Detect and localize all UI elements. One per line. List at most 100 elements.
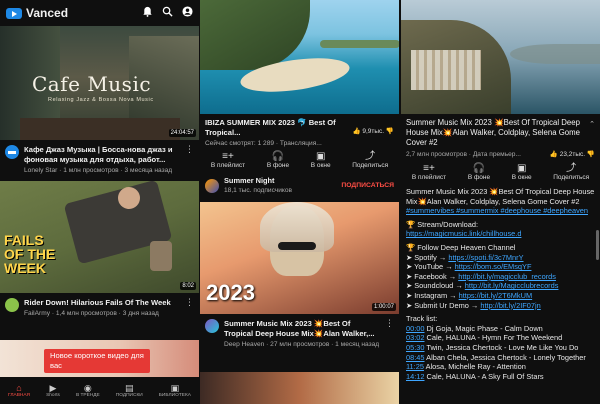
channel-subs: 18,1 тыс. подписчиков <box>224 187 293 194</box>
social-row: ➤ Soundcloud → http://bit.ly/Magicclubre… <box>406 281 559 291</box>
thumb-subtitle: Relaxing Jazz & Bossa Nova Music <box>48 97 154 103</box>
social-row: ➤ Facebook → http://bit.ly/magicclub_rec… <box>406 271 556 281</box>
duration-badge: 8:02 <box>180 282 196 290</box>
soundcloud-link[interactable]: http://bit.ly/Magicclubrecords <box>465 281 559 290</box>
add-to-playlist-button[interactable]: ≡+ В плейлист <box>412 163 446 181</box>
video-meta: Сейчас смотрят: 1 289 · Трансляция... <box>205 140 322 147</box>
feed-column: Vanced Cafe Music Relaxing Jazz & Bossa … <box>0 0 199 404</box>
nav-subscriptions[interactable]: ▤ ПОДПИСКИ <box>116 383 143 398</box>
video-thumbnail[interactable]: Cafe Music Relaxing Jazz & Bossa Nova Mu… <box>0 26 199 140</box>
timestamp-link[interactable]: 14:12 <box>406 372 425 381</box>
trending-icon: ◉ <box>83 383 92 393</box>
share-icon: ⤴ <box>365 151 376 162</box>
video-title: Кафе Джаз Музыка | Босса-нова джаз и фон… <box>24 145 173 164</box>
pip-button[interactable]: ▣ В окне <box>311 151 331 169</box>
video-info: Summer Music Mix 2023 💥Best Of Tropical … <box>401 114 600 148</box>
thumb-down-icon: 👎 <box>385 128 394 135</box>
like-button[interactable]: 👍 23,2тыс. 👎 <box>550 150 595 158</box>
video-thumbnail[interactable]: 2023 1:00:07 <box>200 202 399 314</box>
video-player[interactable] <box>401 0 600 114</box>
background-play-button[interactable]: 🎧 В фоне <box>468 163 490 181</box>
background-play-button[interactable]: 🎧 В фоне <box>267 151 289 169</box>
social-row: ➤ Instagram → https://bit.ly/2T6MkUM <box>406 290 533 300</box>
share-icon: ⤴ <box>566 163 577 174</box>
video-meta: 2,7 млн просмотров · Дата премьер... <box>406 151 521 158</box>
video-meta: Deep Heaven · 27 млн просмотров · 1 меся… <box>224 341 380 348</box>
pip-icon: ▣ <box>516 163 527 174</box>
more-icon[interactable]: ⋮ <box>185 145 194 175</box>
youtube-link[interactable]: https://bom.so/EMsqYF <box>455 262 532 271</box>
bottom-nav: ⌂ ГЛАВНАЯ ▶ Shorts ◉ В ТРЕНДЕ ▤ ПОДПИСКИ… <box>0 377 199 404</box>
track-row: 11:25 Alosa, Michelle Ray - Attention <box>406 362 526 372</box>
video-info: IBIZA SUMMER MIX 2023 🐬 Best Of Tropical… <box>200 114 399 148</box>
stream-row: 🏆 Stream/Download: https://magicmusic.li… <box>406 219 522 239</box>
social-row: ➤ YouTube → https://bom.so/EMsqYF <box>406 262 532 272</box>
logo-icon <box>6 7 22 19</box>
account-icon[interactable] <box>182 6 193 20</box>
thumb-title: Cafe Music <box>32 72 152 96</box>
track-row: 14:12 Cale, HALUNA - A Sky Full Of Stars <box>406 371 544 381</box>
add-to-playlist-button[interactable]: ≡+ В плейлист <box>211 151 245 169</box>
avatar[interactable] <box>5 145 19 159</box>
subscribe-button[interactable]: ПОДПИСАТЬСЯ <box>341 182 394 189</box>
more-icon[interactable]: ⋮ <box>385 319 394 349</box>
video-info[interactable]: Summer Music Mix 2023 💥Best Of Tropical … <box>200 314 399 349</box>
duration-badge: 1:00:07 <box>371 303 396 311</box>
video-thumbnail[interactable] <box>200 372 399 404</box>
track-row: 00:00 Dj Goja, Magic Phase - Calm Down <box>406 323 543 333</box>
app-logo[interactable]: Vanced <box>6 6 142 20</box>
video-title[interactable]: IBIZA SUMMER MIX 2023 🐬 Best Of Tropical… <box>205 118 348 138</box>
video-title: Summer Music Mix 2023 💥Best Of Tropical … <box>224 319 375 338</box>
search-icon[interactable] <box>162 6 173 20</box>
headphones-icon: 🎧 <box>271 151 285 162</box>
timestamp-link[interactable]: 11:25 <box>406 362 424 371</box>
video-player[interactable] <box>200 0 399 114</box>
video-title[interactable]: Summer Music Mix 2023 💥Best Of Tropical … <box>406 118 589 148</box>
channel-avatar[interactable] <box>205 178 219 193</box>
share-button[interactable]: ⤴ Поделиться <box>553 163 589 181</box>
video-info[interactable]: Кафе Джаз Музыка | Босса-нова джаз и фон… <box>0 140 199 175</box>
spotify-link[interactable]: https://spoti.fi/3c7MnrY <box>448 253 523 262</box>
meta-row: 2,7 млн просмотров · Дата премьер... 👍 2… <box>401 148 600 160</box>
stream-link[interactable]: https://magicmusic.link/chillhouse.d <box>406 229 521 238</box>
description-column: Summer Music Mix 2023 💥Best Of Tropical … <box>401 0 600 404</box>
timestamp-link[interactable]: 08:45 <box>406 353 425 362</box>
timestamp-link[interactable]: 03:02 <box>406 333 425 342</box>
track-row: 05:30 Twin, Jessica Chertock - Love Me L… <box>406 342 579 352</box>
collapse-icon[interactable]: ⌃ <box>589 120 595 128</box>
avatar[interactable] <box>5 298 19 312</box>
top-bar: Vanced <box>0 0 199 26</box>
hashtags[interactable]: #summervibes #summermix #deephouse #deep… <box>406 206 595 216</box>
headphones-icon: 🎧 <box>472 163 486 174</box>
desc-title: Summer Music Mix 2023 💥Best Of Tropical … <box>406 187 595 206</box>
video-meta: FailArmy · 1,4 млн просмотров · 3 дня на… <box>24 310 159 317</box>
video-info[interactable]: Rider Down! Hilarious Fails Of The Week … <box>0 293 199 318</box>
bell-icon[interactable] <box>142 6 153 20</box>
timestamp-link[interactable]: 05:30 <box>406 343 425 352</box>
thumb-up-icon: 👍 <box>549 151 558 158</box>
thumb-title: FAILS OF THE WEEK <box>4 232 56 276</box>
tracklist-label: Track list: <box>406 314 438 324</box>
nav-shorts[interactable]: ▶ Shorts <box>46 383 60 398</box>
scrollbar[interactable] <box>596 230 599 260</box>
nav-home[interactable]: ⌂ ГЛАВНАЯ <box>8 383 30 398</box>
like-button[interactable]: 👍 9,9тыс. 👎 <box>352 127 394 135</box>
video-meta: Lonely Star · 1 млн просмотров · 3 месяц… <box>24 167 173 174</box>
avatar[interactable] <box>205 319 219 333</box>
facebook-link[interactable]: http://bit.ly/magicclub_records <box>458 272 556 281</box>
nav-library[interactable]: ▣ БИБЛИОТЕКА <box>159 383 191 398</box>
demo-link[interactable]: http://bit.ly/2IF07jn <box>480 301 540 310</box>
track-row: 08:45 Alban Chela, Jessica Chertock - Lo… <box>406 352 586 362</box>
timestamp-link[interactable]: 00:00 <box>406 324 425 333</box>
duration-badge: 24:04:57 <box>168 129 196 137</box>
track-row: 03:02 Cale, HALUNA - Hymn For The Weeken… <box>406 333 563 343</box>
instagram-link[interactable]: https://bit.ly/2T6MkUM <box>459 291 533 300</box>
channel-name[interactable]: Summer Night <box>224 176 292 185</box>
pip-button[interactable]: ▣ В окне <box>512 163 532 181</box>
nav-trending[interactable]: ◉ В ТРЕНДЕ <box>76 383 100 398</box>
new-short-toast[interactable]: Новое короткое видео для вас <box>44 349 150 373</box>
video-thumbnail[interactable]: FAILS OF THE WEEK 8:02 <box>0 181 199 293</box>
share-button[interactable]: ⤴ Поделиться <box>352 151 388 169</box>
shorts-icon: ▶ <box>49 383 57 393</box>
more-icon[interactable]: ⋮ <box>185 298 194 318</box>
